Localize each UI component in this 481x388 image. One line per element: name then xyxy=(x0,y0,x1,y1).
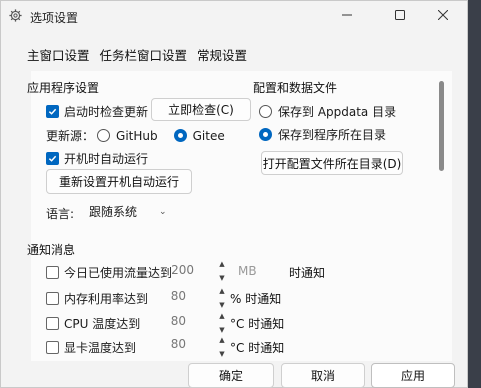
arrow-down-icon: ▼ xyxy=(219,326,225,334)
options-dialog: 选项设置 主窗口设置 任务栏窗口设置 常规设置 应用程序设置 启动时检查更新 立… xyxy=(0,0,468,388)
check-now-button[interactable]: 立即检查(C) xyxy=(151,98,251,121)
minimize-icon xyxy=(342,14,352,16)
language-value: 跟随系统 xyxy=(89,205,138,219)
radio-checked-icon xyxy=(173,129,187,142)
language-label: 语言: xyxy=(46,207,75,221)
memory-value[interactable]: 80 xyxy=(160,289,186,303)
maximize-button[interactable] xyxy=(392,7,408,23)
checkbox-unchecked-icon xyxy=(46,266,59,279)
chevron-down-icon: ⌄ xyxy=(159,206,167,217)
checkbox-unchecked-icon xyxy=(46,317,59,330)
notifications-heading: 通知消息 xyxy=(27,243,76,257)
reset-autostart-button[interactable]: 重新设置开机自动运行 xyxy=(46,169,192,194)
notify-gpu-temp-label: 显卡温度达到 xyxy=(64,341,137,355)
checkbox-checked-icon xyxy=(46,105,59,118)
config-program-dir-radio[interactable]: 保存到程序所在目录 xyxy=(259,126,386,143)
gear-icon xyxy=(9,9,22,22)
arrow-down-icon: ▼ xyxy=(219,301,225,309)
tab-general[interactable]: 常规设置 xyxy=(197,45,247,64)
autostart-label: 开机时自动运行 xyxy=(64,152,149,166)
gpu-temp-unit: °C 时通知 xyxy=(230,341,285,355)
notify-gpu-temp-checkbox[interactable]: 显卡温度达到 xyxy=(46,339,136,356)
arrow-up-icon: ▲ xyxy=(219,260,225,268)
gpu-temp-stepper[interactable]: ▲ ▼ xyxy=(216,336,228,358)
tab-taskbar-window[interactable]: 任务栏窗口设置 xyxy=(100,45,188,64)
config-appdata-radio[interactable]: 保存到 Appdata 目录 xyxy=(259,103,396,120)
source-github-label: GitHub xyxy=(116,128,158,143)
cpu-temp-stepper[interactable]: ▲ ▼ xyxy=(216,312,228,334)
config-appdata-label: 保存到 Appdata 目录 xyxy=(278,105,397,119)
check-update-checkbox[interactable]: 启动时检查更新 xyxy=(46,103,148,120)
arrow-down-icon: ▼ xyxy=(219,274,225,282)
autostart-checkbox[interactable]: 开机时自动运行 xyxy=(46,150,148,167)
checkbox-unchecked-icon xyxy=(46,292,59,305)
cpu-temp-value[interactable]: 80 xyxy=(160,314,186,328)
arrow-down-icon: ▼ xyxy=(219,350,225,358)
arrow-up-icon: ▲ xyxy=(219,287,225,295)
source-gitee-radio[interactable]: Gitee xyxy=(173,128,225,143)
notify-cpu-temp-checkbox[interactable]: CPU 温度达到 xyxy=(46,315,140,332)
language-row: 语言: xyxy=(46,205,74,222)
update-source-row: 更新源： GitHub Gitee xyxy=(46,127,225,144)
traffic-suffix: 时通知 xyxy=(289,266,326,280)
arrow-up-icon: ▲ xyxy=(219,336,225,344)
cpu-temp-unit: °C 时通知 xyxy=(230,317,285,331)
notify-cpu-temp-label: CPU 温度达到 xyxy=(64,317,141,331)
app-settings-heading: 应用程序设置 xyxy=(27,81,100,95)
checkbox-unchecked-icon xyxy=(46,341,59,354)
title-bar: 选项设置 xyxy=(1,1,467,31)
memory-unit: % 时通知 xyxy=(230,292,282,306)
minimize-button[interactable] xyxy=(339,7,355,23)
general-settings-panel: 应用程序设置 启动时检查更新 立即检查(C) 更新源： GitHub Gitee… xyxy=(27,71,452,361)
maximize-icon xyxy=(395,10,405,20)
apply-button[interactable]: 应用 xyxy=(371,363,455,388)
open-config-dir-button[interactable]: 打开配置文件所在目录(D) xyxy=(261,151,403,175)
close-button[interactable] xyxy=(435,7,451,23)
notify-traffic-label: 今日已使用流量达到 xyxy=(64,266,173,280)
radio-unchecked-icon xyxy=(259,105,272,118)
arrow-up-icon: ▲ xyxy=(219,312,225,320)
vertical-scrollbar[interactable] xyxy=(439,81,444,171)
ok-button[interactable]: 确定 xyxy=(188,363,274,388)
cancel-button[interactable]: 取消 xyxy=(281,363,365,388)
config-program-dir-label: 保存到程序所在目录 xyxy=(278,128,387,142)
check-update-label: 启动时检查更新 xyxy=(64,105,149,119)
radio-unchecked-icon xyxy=(97,129,111,142)
tab-main-window[interactable]: 主窗口设置 xyxy=(27,45,90,64)
notify-memory-label: 内存利用率达到 xyxy=(64,292,149,306)
notify-traffic-checkbox[interactable]: 今日已使用流量达到 xyxy=(46,264,172,281)
traffic-value[interactable]: 200 xyxy=(168,263,194,277)
traffic-unit: MB xyxy=(238,264,257,278)
tab-bar: 主窗口设置 任务栏窗口设置 常规设置 xyxy=(27,45,247,64)
gpu-temp-value[interactable]: 80 xyxy=(160,337,186,351)
radio-checked-icon xyxy=(259,128,272,141)
memory-stepper[interactable]: ▲ ▼ xyxy=(216,287,228,309)
close-icon xyxy=(438,10,448,20)
dialog-footer: 确定 取消 应用 xyxy=(1,363,467,388)
checkbox-checked-icon xyxy=(46,152,59,165)
language-select[interactable]: 跟随系统 ⌄ xyxy=(89,203,167,220)
traffic-stepper[interactable]: ▲ ▼ xyxy=(216,260,228,282)
update-source-label: 更新源： xyxy=(46,129,95,143)
window-title: 选项设置 xyxy=(30,11,79,25)
notify-memory-checkbox[interactable]: 内存利用率达到 xyxy=(46,290,148,307)
source-gitee-label: Gitee xyxy=(192,128,225,143)
source-github-radio[interactable]: GitHub xyxy=(97,129,158,143)
config-heading: 配置和数据文件 xyxy=(253,81,338,95)
